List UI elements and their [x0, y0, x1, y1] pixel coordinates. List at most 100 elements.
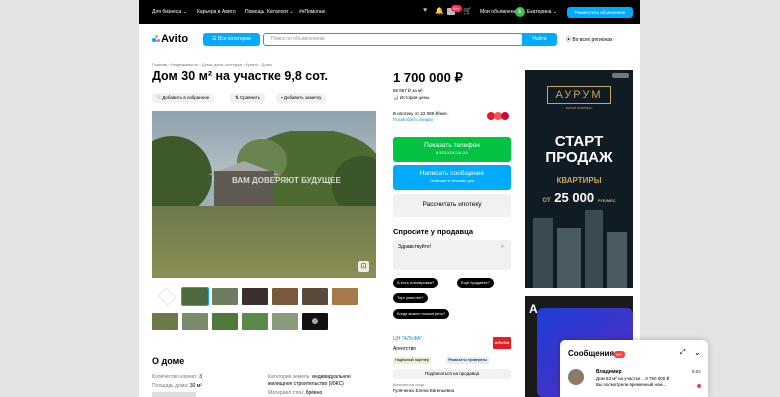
user-avatar[interactable]: Е: [515, 7, 525, 17]
reply-time: Отвечает в течение дня: [429, 178, 475, 183]
write-message-label: Написать сообщение: [419, 170, 485, 177]
send-icon[interactable]: ➤: [500, 243, 505, 250]
logo-text: Avito: [161, 33, 189, 45]
seller-type: Агентство: [393, 346, 416, 352]
charity-link[interactable]: #яПомогаю: [299, 9, 325, 15]
thumbnail[interactable]: [212, 288, 238, 305]
verified-requisites-badge: Реквизиты проверены: [446, 357, 490, 364]
cart-icon[interactable]: 🛒: [463, 7, 472, 15]
search-button[interactable]: Найти: [522, 33, 557, 46]
message-sender: Владимир: [596, 369, 622, 375]
message-time: 8:02: [692, 369, 701, 374]
ask-seller-title: Спросите у продавца: [393, 227, 473, 236]
compare-button[interactable]: ⇅ Сравнить: [230, 93, 266, 103]
about-title: О доме: [152, 356, 185, 366]
seller-logo[interactable]: АЛЬФА: [493, 337, 511, 349]
user-menu[interactable]: Екатерина ⌄: [527, 9, 557, 15]
ad-from: ОТ: [542, 198, 551, 204]
seller-name-link[interactable]: ЦН "АЛЬФА": [393, 336, 422, 342]
thumbnail[interactable]: [272, 313, 298, 330]
catalogs-link[interactable]: Каталоги ⌄: [267, 9, 294, 15]
thumbnail[interactable]: [272, 288, 298, 305]
ad-headline-2: ПРОДАЖ: [545, 149, 613, 166]
thumbnail[interactable]: [181, 287, 209, 306]
photo-grass: [152, 206, 376, 278]
price-per-m2: 56 667 ₽ за м²: [393, 88, 423, 93]
ad-label: [612, 73, 629, 78]
more-photos-icon[interactable]: ❁: [302, 313, 328, 330]
bell-icon[interactable]: 🔔: [435, 7, 444, 15]
thumbnail[interactable]: [242, 288, 268, 305]
quick-question-chip[interactable]: Ещё продаёте?: [457, 278, 494, 288]
quick-question-chip[interactable]: Торг уместен?: [393, 293, 428, 303]
region-label: Во всех регионах: [572, 37, 613, 43]
avatar: [568, 369, 584, 385]
all-categories-button[interactable]: ☰ Все категории: [203, 33, 260, 46]
price-history-link[interactable]: 📊 История цены: [393, 95, 429, 101]
ad-sub: КВАРТИРЫ: [556, 176, 602, 185]
thumbnail[interactable]: [182, 313, 208, 330]
rooms-prop: Количество комнат: 3: [152, 374, 202, 380]
thumbnail[interactable]: [152, 313, 178, 330]
ad-building: [533, 218, 553, 288]
ad-banner-aurum[interactable]: АУРУМ ЖИЛОЙ КОМПЛЕКС СТАРТ ПРОДАЖ КВАРТИР…: [525, 70, 633, 288]
area-prop: Площадь дома: 30 м²: [152, 383, 202, 389]
messages-widget[interactable]: Сообщения 99+ ⤢ ⌄ Владимир 8:02 Дом 63 м…: [560, 340, 708, 397]
calc-mortgage-label: Рассчитать ипотеку: [422, 201, 482, 208]
see-discounts-link[interactable]: Посмотреть скидки: [393, 117, 433, 122]
walls-value: брёвно: [305, 390, 323, 396]
for-business-link[interactable]: Для бизнеса ⌄: [152, 9, 187, 15]
ad-price: ОТ 25 000 РУБ/МЕС: [525, 190, 633, 205]
photo-watermark: ВАМ ДОВЕРЯЮТ БУДУЩЕЕ: [232, 176, 341, 185]
thumbnail[interactable]: [332, 288, 358, 305]
add-favorite-button[interactable]: ♡ Добавить в избранное: [152, 93, 215, 103]
heart-icon[interactable]: ♥: [423, 7, 430, 14]
region-selector[interactable]: ⦿ Во всех регионах: [566, 36, 613, 43]
my-ads-link[interactable]: Мои объявления: [480, 9, 519, 15]
unread-dot: [697, 384, 701, 388]
contact-label: Контактное лицо: [393, 382, 425, 387]
calc-mortgage-button[interactable]: Рассчитать ипотеку: [393, 194, 511, 217]
messages-title: Сообщения: [568, 349, 615, 358]
main-photo[interactable]: ВАМ ДОВЕРЯЮТ БУДУЩЕЕ ⊡: [152, 111, 376, 278]
walls-prop: Материал стен: брёвно: [268, 390, 322, 396]
all-categories-label: Все категории: [218, 36, 251, 42]
quick-question-chip[interactable]: А есть планировка?: [393, 278, 439, 288]
avito-logo[interactable]: Avito: [152, 33, 188, 45]
ask-seller-input[interactable]: Здравствуйте!: [393, 240, 511, 270]
thumbnail[interactable]: [242, 313, 268, 330]
quick-question-chip[interactable]: Когда можно посмотреть?: [393, 309, 450, 319]
chart-icon: 📊: [393, 95, 400, 100]
ad-brand-sub: ЖИЛОЙ КОМПЛЕКС: [565, 106, 593, 110]
contact-person: Гуляченко Елена Евгеньевна: [393, 388, 454, 393]
post-ad-button[interactable]: Разместить объявление: [567, 7, 633, 18]
write-message-button[interactable]: Написать сообщение Отвечает в течение дн…: [393, 165, 511, 190]
compare-label: Сравнить: [240, 95, 261, 100]
career-link[interactable]: Карьера в Авито: [197, 9, 236, 15]
rooms-label: Количество комнат:: [152, 374, 198, 380]
thumbnail[interactable]: [302, 288, 328, 305]
subscribe-seller-button[interactable]: Подписаться на продавца: [393, 369, 511, 379]
bank-icon: [501, 112, 509, 120]
breadcrumb[interactable]: Главная › Недвижимость › Дома, дачи, кот…: [152, 62, 272, 67]
rooms-value: 3: [199, 374, 202, 380]
price: 1 700 000 ₽: [393, 70, 463, 85]
price-history-label: История цены: [399, 95, 430, 100]
ad-headline: СТАРТ ПРОДАЖ: [525, 134, 633, 166]
help-link[interactable]: Помощь: [245, 9, 264, 15]
expand-icon[interactable]: ⤢: [680, 349, 686, 357]
chevron-down-icon[interactable]: ⌄: [694, 348, 701, 357]
reliable-partner-badge: Надёжный партнёр: [393, 357, 431, 364]
search-input[interactable]: Поиск по объявлениям: [263, 33, 523, 46]
ad-unit: РУБ/МЕС: [597, 198, 616, 203]
ad2-letter: A: [529, 302, 538, 316]
land-label: Категория земель:: [268, 374, 311, 380]
thumbnail[interactable]: [212, 313, 238, 330]
page: Для бизнеса ⌄ Карьера в Авито Помощь Кат…: [0, 0, 780, 397]
add-note-button[interactable]: ▪ Добавить заметку: [276, 93, 327, 103]
area-value: 30 м²: [189, 383, 202, 389]
show-phone-button[interactable]: Показать телефон 8 923 XXX-XX-XX: [393, 137, 511, 162]
messages-count-badge: 99+: [614, 351, 625, 358]
ad-building: [607, 232, 627, 288]
fullscreen-icon[interactable]: ⊡: [358, 261, 369, 272]
